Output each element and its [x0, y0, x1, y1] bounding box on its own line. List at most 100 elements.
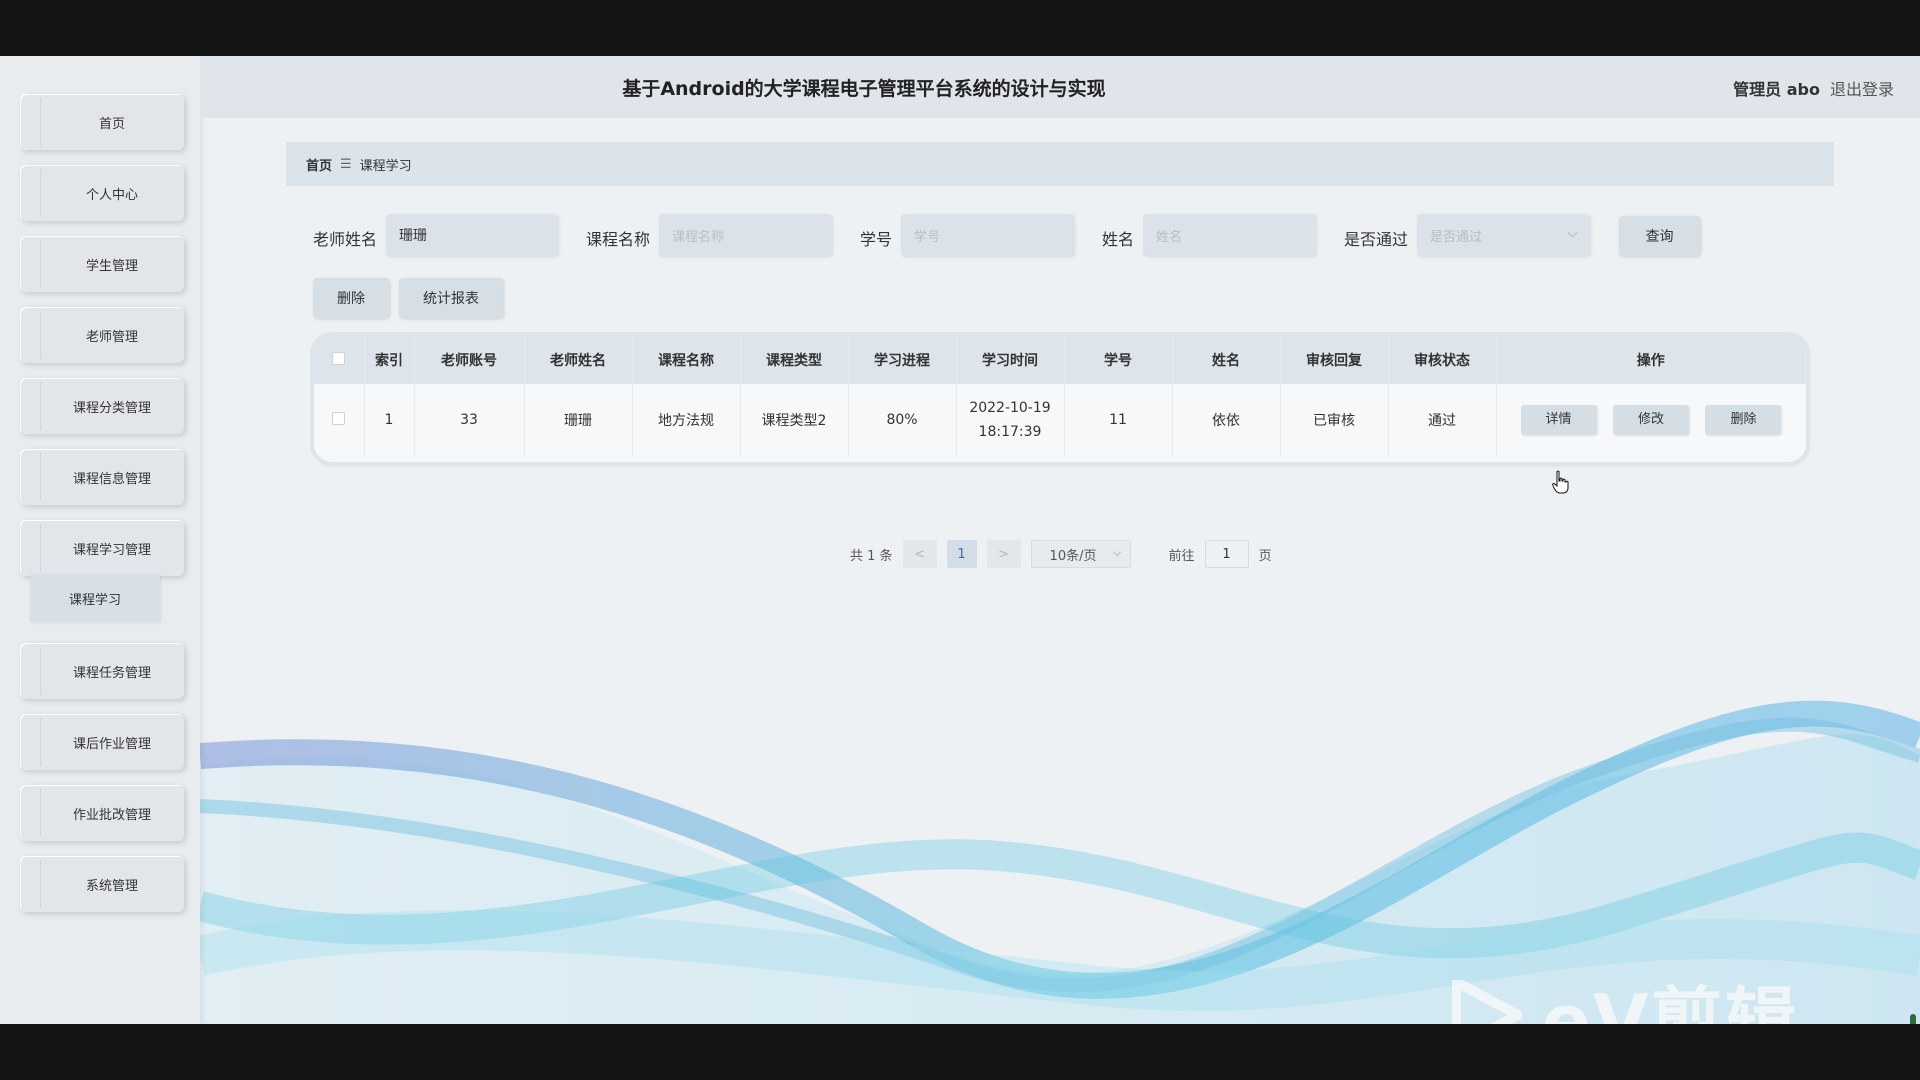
- sidebar-item-label: 课程信息管理: [72, 471, 151, 487]
- app-title: 基于Android的大学课程电子管理平台系统的设计与实现: [622, 78, 1106, 100]
- data-table: 索引 老师账号 老师姓名 课程名称 课程类型 学习进程 学习时间 学号 姓名 审…: [314, 336, 1806, 462]
- app-window: 首页 个人中心 学生管理 老师管理 课程分类管理 课程信息管理 课程学习管理 课…: [0, 56, 1920, 1024]
- edit-button[interactable]: 修改: [1613, 405, 1689, 435]
- sidebar-item-course-category[interactable]: 课程分类管理: [20, 378, 184, 434]
- column-header: 课程名称: [632, 336, 741, 384]
- sidebar-subitem-course-study[interactable]: 课程学习: [30, 574, 160, 622]
- column-header: 索引: [364, 336, 415, 384]
- sidebar-item-label: 学生管理: [85, 258, 138, 274]
- cell-progress: 80%: [848, 384, 957, 456]
- row-select-cell: [314, 384, 365, 456]
- breadcrumb-home[interactable]: 首页: [306, 155, 332, 174]
- cell-study-time: 2022-10-19 18:17:39: [956, 384, 1065, 456]
- teacher-name-input[interactable]: 珊珊: [386, 214, 558, 256]
- cell-teacher-account: 33: [414, 384, 525, 456]
- cell-review-reply: 已审核: [1280, 384, 1389, 456]
- cell-course-type: 课程类型2: [740, 384, 849, 456]
- sidebar-item-home[interactable]: 首页: [20, 94, 184, 150]
- detail-button[interactable]: 详情: [1520, 405, 1597, 435]
- passed-label: 是否通过: [1344, 230, 1409, 249]
- sidebar-item-label: 老师管理: [85, 329, 138, 345]
- sidebar-item-course-study[interactable]: 课程学习管理: [20, 520, 184, 576]
- current-user: 管理员 abo: [1733, 80, 1820, 99]
- sidebar-item-course-task[interactable]: 课程任务管理: [20, 643, 184, 699]
- statistics-report-button[interactable]: 统计报表: [399, 278, 503, 318]
- sidebar-item-label: 课程分类管理: [72, 400, 151, 416]
- next-page-button[interactable]: >: [986, 540, 1021, 568]
- column-header: 审核回复: [1280, 336, 1389, 384]
- goto-suffix: 页: [1258, 548, 1272, 564]
- course-name-input[interactable]: 课程名称: [659, 214, 832, 256]
- passed-select-value: 是否通过: [1430, 229, 1483, 245]
- delete-button[interactable]: 删除: [1705, 405, 1782, 435]
- sidebar-item-homework-grading[interactable]: 作业批改管理: [20, 785, 184, 841]
- name-label: 姓名: [1102, 230, 1135, 249]
- sidebar-item-label: 课程任务管理: [72, 665, 151, 681]
- watermark: eV剪辑: [1452, 962, 1799, 1024]
- sidebar: 首页 个人中心 学生管理 老师管理 课程分类管理 课程信息管理 课程学习管理 课…: [0, 56, 200, 1024]
- page-size-select[interactable]: 10条/页: [1030, 540, 1131, 568]
- goto-page-input[interactable]: 1: [1204, 540, 1249, 568]
- chevron-down-icon: [1112, 547, 1121, 557]
- cell-operations: 详情 修改 删除: [1496, 384, 1806, 456]
- batch-delete-button[interactable]: 删除: [313, 278, 389, 318]
- play-logo-icon: [1452, 979, 1522, 1024]
- cell-course-name: 地方法规: [632, 384, 741, 456]
- hand-cursor-icon: [1552, 470, 1569, 494]
- table-header-row: 索引 老师账号 老师姓名 课程名称 课程类型 学习进程 学习时间 学号 姓名 审…: [314, 336, 1806, 384]
- top-header: 基于Android的大学课程电子管理平台系统的设计与实现 管理员 abo 退出登…: [200, 56, 1920, 118]
- cell-study-clock: 18:17:39: [978, 424, 1042, 440]
- logout-link[interactable]: 退出登录: [1830, 76, 1894, 100]
- row-checkbox[interactable]: [332, 411, 346, 425]
- select-all-checkbox[interactable]: [332, 351, 346, 365]
- column-header: 学号: [1064, 336, 1173, 384]
- goto-label: 前往: [1168, 548, 1195, 564]
- pagination: 共 1 条 < 1 > 10条/页 前往 1 页: [850, 540, 1272, 568]
- cell-review-status: 通过: [1388, 384, 1497, 456]
- cell-teacher-name: 珊珊: [524, 384, 633, 456]
- column-header: 老师账号: [414, 336, 525, 384]
- sidebar-item-label: 课后作业管理: [72, 736, 151, 752]
- column-header: 学习时间: [956, 336, 1065, 384]
- sidebar-item-system[interactable]: 系统管理: [20, 856, 184, 912]
- teacher-name-label: 老师姓名: [313, 230, 378, 249]
- sidebar-item-label: 作业批改管理: [72, 807, 151, 823]
- breadcrumb-separator-icon: ☰: [340, 156, 352, 172]
- breadcrumb-current: 课程学习: [359, 158, 412, 174]
- scroll-indicator: [1910, 1014, 1916, 1024]
- column-header: 审核状态: [1388, 336, 1497, 384]
- sidebar-item-label: 课程学习管理: [72, 542, 151, 558]
- sidebar-item-label: 个人中心: [85, 187, 138, 203]
- cell-index: 1: [364, 384, 415, 456]
- student-id-label: 学号: [860, 230, 893, 249]
- column-header: 操作: [1496, 336, 1806, 384]
- prev-page-button[interactable]: <: [902, 540, 937, 568]
- column-header: 学习进程: [848, 336, 957, 384]
- query-button[interactable]: 查询: [1619, 216, 1700, 256]
- watermark-text: eV剪辑: [1542, 979, 1799, 1024]
- column-header: 课程类型: [740, 336, 849, 384]
- user-area: 管理员 abo 退出登录: [1733, 76, 1894, 100]
- sidebar-item-label: 系统管理: [85, 878, 138, 894]
- sidebar-item-course-info[interactable]: 课程信息管理: [20, 449, 184, 505]
- column-header: 姓名: [1172, 336, 1281, 384]
- table-row: 1 33 珊珊 地方法规 课程类型2 80% 2022-10-19 18:17:…: [314, 384, 1806, 456]
- student-id-input[interactable]: 学号: [901, 214, 1074, 256]
- sidebar-item-personal-center[interactable]: 个人中心: [20, 165, 184, 221]
- cell-name: 依依: [1172, 384, 1281, 456]
- column-header: 老师姓名: [524, 336, 633, 384]
- sidebar-item-teacher-management[interactable]: 老师管理: [20, 307, 184, 363]
- page-number[interactable]: 1: [946, 540, 977, 568]
- cell-student-id: 11: [1064, 384, 1173, 456]
- sidebar-item-homework[interactable]: 课后作业管理: [20, 714, 184, 770]
- name-input[interactable]: 姓名: [1143, 214, 1316, 256]
- pagination-total: 共 1 条: [850, 548, 893, 564]
- course-name-label: 课程名称: [586, 230, 651, 249]
- passed-select[interactable]: 是否通过: [1417, 214, 1590, 256]
- breadcrumb: 首页 ☰ 课程学习: [286, 142, 1834, 186]
- sidebar-item-label: 首页: [98, 116, 125, 132]
- sidebar-item-student-management[interactable]: 学生管理: [20, 236, 184, 292]
- chevron-down-icon: [1567, 227, 1578, 238]
- page-size-value: 10条/页: [1049, 548, 1097, 564]
- cell-study-date: 2022-10-19: [969, 400, 1051, 416]
